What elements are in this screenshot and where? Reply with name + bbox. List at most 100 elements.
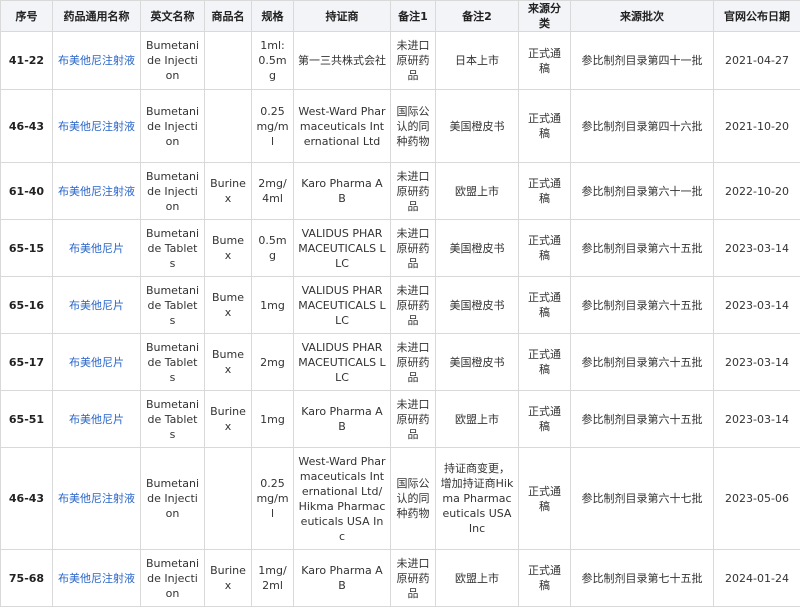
remark-2: 美国橙皮书	[435, 276, 519, 334]
header-cell: 药品通用名称	[52, 0, 141, 32]
english-name: Bumetanide Injection	[140, 31, 205, 90]
generic-name-link[interactable]: 布美他尼注射液	[52, 162, 141, 220]
license-holder: 第一三共株式会社	[293, 31, 391, 90]
source-batch: 参比制剂目录第四十一批	[570, 31, 714, 90]
remark-2: 欧盟上市	[435, 162, 519, 220]
specification: 2mg/4ml	[251, 162, 294, 220]
remark-2: 美国橙皮书	[435, 333, 519, 391]
english-name: Bumetanide Injection	[140, 549, 205, 607]
table-row: 75-68 布美他尼注射液 Bumetanide Injection Burin…	[0, 549, 800, 607]
source-batch: 参比制剂目录第六十七批	[570, 447, 714, 550]
publish-date: 2022-10-20	[713, 162, 800, 220]
publish-date: 2023-03-14	[713, 219, 800, 277]
license-holder: Karo Pharma AB	[293, 390, 391, 448]
specification: 1mg/2ml	[251, 549, 294, 607]
english-name: Bumetanide Injection	[140, 447, 205, 550]
table-row: 65-15 布美他尼片 Bumetanide Tablets Bumex 0.5…	[0, 219, 800, 277]
table-row: 65-16 布美他尼片 Bumetanide Tablets Bumex 1mg…	[0, 276, 800, 334]
specification: 2mg	[251, 333, 294, 391]
serial-number: 41-22	[0, 31, 53, 90]
remark-1: 未进口原研药品	[390, 549, 436, 607]
remark-1: 未进口原研药品	[390, 219, 436, 277]
specification: 1mg	[251, 390, 294, 448]
generic-name-link[interactable]: 布美他尼片	[52, 276, 141, 334]
publish-date: 2023-05-06	[713, 447, 800, 550]
remark-2: 欧盟上市	[435, 549, 519, 607]
serial-number: 61-40	[0, 162, 53, 220]
source-category: 正式通稿	[518, 31, 571, 90]
license-holder: Karo Pharma AB	[293, 162, 391, 220]
english-name: Bumetanide Injection	[140, 89, 205, 163]
header-cell: 英文名称	[140, 0, 205, 32]
table-row: 41-22 布美他尼注射液 Bumetanide Injection 1ml:0…	[0, 31, 800, 90]
license-holder: VALIDUS PHARMACEUTICALS LLC	[293, 219, 391, 277]
generic-name-link[interactable]: 布美他尼注射液	[52, 89, 141, 163]
english-name: Bumetanide Tablets	[140, 333, 205, 391]
english-name: Bumetanide Tablets	[140, 390, 205, 448]
source-category: 正式通稿	[518, 549, 571, 607]
header-cell: 备注2	[435, 0, 519, 32]
generic-name-link[interactable]: 布美他尼片	[52, 219, 141, 277]
trade-name	[204, 31, 252, 90]
source-batch: 参比制剂目录第四十六批	[570, 89, 714, 163]
remark-2: 美国橙皮书	[435, 89, 519, 163]
publish-date: 2023-03-14	[713, 276, 800, 334]
specification: 1ml:0.5mg	[251, 31, 294, 90]
header-cell: 持证商	[293, 0, 391, 32]
remark-1: 未进口原研药品	[390, 390, 436, 448]
remark-2: 日本上市	[435, 31, 519, 90]
remark-2: 欧盟上市	[435, 390, 519, 448]
trade-name: Burinex	[204, 549, 252, 607]
trade-name: Bumex	[204, 219, 252, 277]
trade-name: Burinex	[204, 390, 252, 448]
serial-number: 65-16	[0, 276, 53, 334]
serial-number: 65-17	[0, 333, 53, 391]
generic-name-link[interactable]: 布美他尼片	[52, 333, 141, 391]
specification: 0.25mg/ml	[251, 89, 294, 163]
serial-number: 65-51	[0, 390, 53, 448]
table-row: 46-43 布美他尼注射液 Bumetanide Injection 0.25m…	[0, 447, 800, 550]
table-row: 65-51 布美他尼片 Bumetanide Tablets Burinex 1…	[0, 390, 800, 448]
specification: 0.5mg	[251, 219, 294, 277]
header-cell: 官网公布日期	[713, 0, 800, 32]
source-batch: 参比制剂目录第六十五批	[570, 219, 714, 277]
table-row: 61-40 布美他尼注射液 Bumetanide Injection Burin…	[0, 162, 800, 220]
source-category: 正式通稿	[518, 162, 571, 220]
serial-number: 75-68	[0, 549, 53, 607]
generic-name-link[interactable]: 布美他尼注射液	[52, 447, 141, 550]
remark-1: 未进口原研药品	[390, 162, 436, 220]
publish-date: 2021-04-27	[713, 31, 800, 90]
generic-name-link[interactable]: 布美他尼片	[52, 390, 141, 448]
generic-name-link[interactable]: 布美他尼注射液	[52, 31, 141, 90]
header-row: 序号 药品通用名称 英文名称 商品名 规格 持证商 备注1 备注2 来源分类 来…	[0, 0, 800, 32]
english-name: Bumetanide Tablets	[140, 219, 205, 277]
trade-name: Bumex	[204, 276, 252, 334]
header-cell: 序号	[0, 0, 53, 32]
source-category: 正式通稿	[518, 276, 571, 334]
trade-name: Burinex	[204, 162, 252, 220]
serial-number: 46-43	[0, 447, 53, 550]
publish-date: 2021-10-20	[713, 89, 800, 163]
license-holder: West-Ward Pharmaceuticals International …	[293, 89, 391, 163]
source-category: 正式通稿	[518, 219, 571, 277]
table-row: 46-43 布美他尼注射液 Bumetanide Injection 0.25m…	[0, 89, 800, 163]
header-cell: 规格	[251, 0, 294, 32]
publish-date: 2024-01-24	[713, 549, 800, 607]
specification: 1mg	[251, 276, 294, 334]
trade-name	[204, 89, 252, 163]
generic-name-link[interactable]: 布美他尼注射液	[52, 549, 141, 607]
source-batch: 参比制剂目录第六十一批	[570, 162, 714, 220]
license-holder: VALIDUS PHARMACEUTICALS LLC	[293, 276, 391, 334]
source-category: 正式通稿	[518, 390, 571, 448]
publish-date: 2023-03-14	[713, 390, 800, 448]
remark-1: 未进口原研药品	[390, 333, 436, 391]
remark-1: 国际公认的同种药物	[390, 89, 436, 163]
remark-2: 持证商变更，增加持证商Hikma Pharmaceuticals USA Inc	[435, 447, 519, 550]
trade-name	[204, 447, 252, 550]
header-cell: 商品名	[204, 0, 252, 32]
remark-1: 国际公认的同种药物	[390, 447, 436, 550]
english-name: Bumetanide Injection	[140, 162, 205, 220]
table-row: 65-17 布美他尼片 Bumetanide Tablets Bumex 2mg…	[0, 333, 800, 391]
license-holder: VALIDUS PHARMACEUTICALS LLC	[293, 333, 391, 391]
remark-1: 未进口原研药品	[390, 276, 436, 334]
